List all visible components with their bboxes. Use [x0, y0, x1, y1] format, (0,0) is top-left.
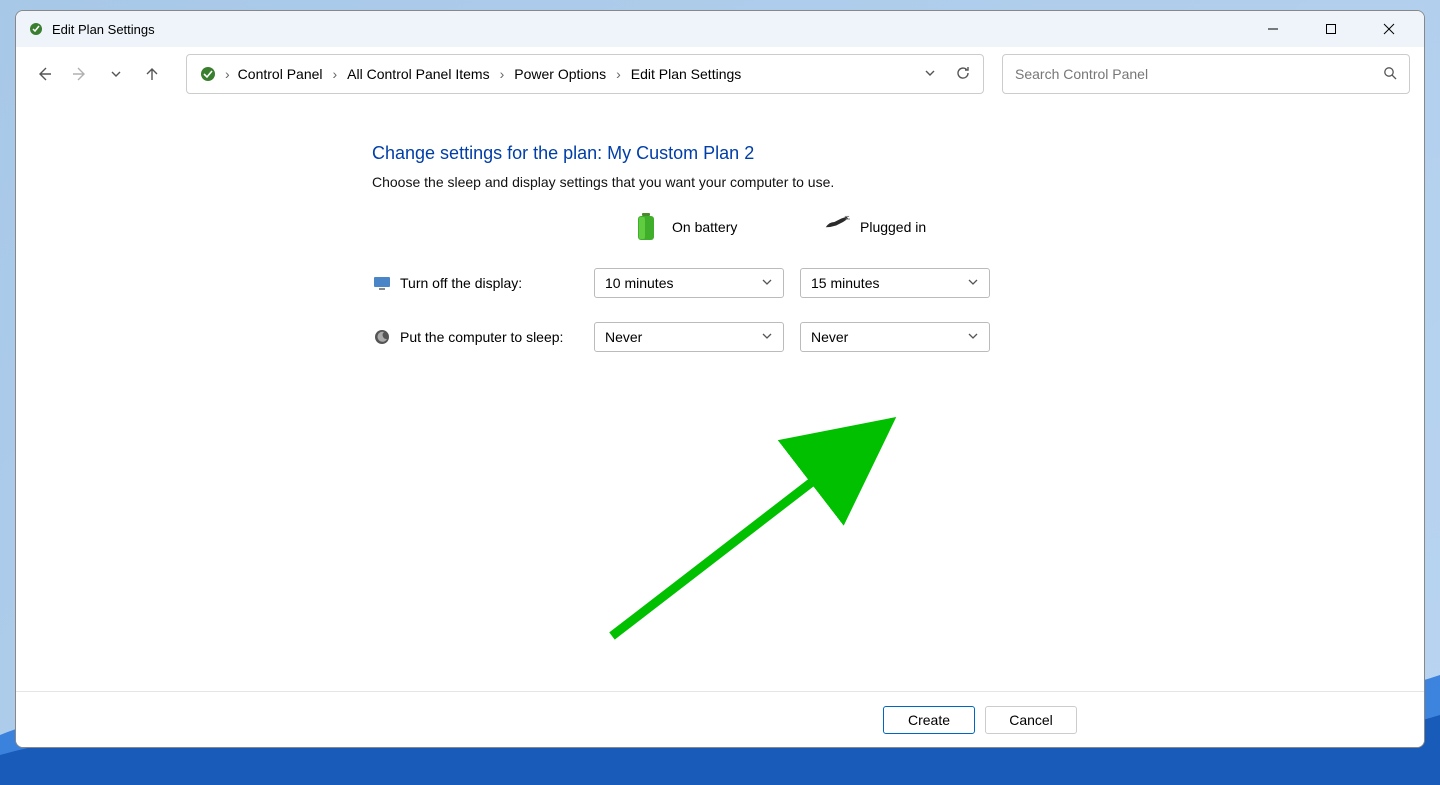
breadcrumb-item[interactable]: Control Panel — [232, 62, 329, 86]
app-icon — [28, 21, 44, 37]
chevron-down-icon — [761, 275, 773, 291]
maximize-button[interactable] — [1302, 11, 1360, 47]
chevron-right-icon: › — [331, 66, 340, 82]
column-plugged-in: Plugged in — [794, 212, 994, 242]
display-plugged-select[interactable]: 15 minutes — [800, 268, 990, 298]
footer: Create Cancel — [16, 691, 1424, 747]
content-area: Change settings for the plan: My Custom … — [16, 101, 1424, 691]
recent-locations-button[interactable] — [102, 60, 130, 88]
window: Edit Plan Settings — [15, 10, 1425, 748]
plug-icon — [824, 212, 850, 242]
chevron-right-icon: › — [223, 66, 232, 82]
sleep-icon — [372, 327, 392, 347]
refresh-button[interactable] — [955, 65, 971, 84]
display-battery-select[interactable]: 10 minutes — [594, 268, 784, 298]
forward-button[interactable] — [66, 60, 94, 88]
select-value: 15 minutes — [811, 275, 879, 291]
address-dropdown-button[interactable] — [923, 66, 937, 83]
window-controls — [1244, 11, 1418, 47]
page-heading: Change settings for the plan: My Custom … — [372, 143, 1102, 164]
display-icon — [372, 273, 392, 293]
sleep-battery-select[interactable]: Never — [594, 322, 784, 352]
close-button[interactable] — [1360, 11, 1418, 47]
column-label: Plugged in — [860, 219, 926, 235]
titlebar: Edit Plan Settings — [16, 11, 1424, 47]
column-headers: On battery Plugged in — [372, 212, 1102, 242]
location-icon — [197, 63, 219, 85]
row-label: Put the computer to sleep: — [400, 329, 594, 345]
chevron-right-icon: › — [614, 66, 623, 82]
search-icon[interactable] — [1383, 66, 1397, 83]
page-subtext: Choose the sleep and display settings th… — [372, 174, 1102, 190]
select-value: 10 minutes — [605, 275, 673, 291]
chevron-right-icon: › — [498, 66, 507, 82]
create-button[interactable]: Create — [883, 706, 975, 734]
cancel-button[interactable]: Cancel — [985, 706, 1077, 734]
select-value: Never — [605, 329, 642, 345]
window-title: Edit Plan Settings — [52, 22, 1244, 37]
chevron-down-icon — [761, 329, 773, 345]
chevron-down-icon — [967, 275, 979, 291]
sleep-plugged-select[interactable]: Never — [800, 322, 990, 352]
row-sleep: Put the computer to sleep: Never Never — [372, 322, 1102, 352]
button-label: Create — [908, 712, 950, 728]
button-label: Cancel — [1009, 712, 1053, 728]
breadcrumb-item[interactable]: All Control Panel Items — [341, 62, 495, 86]
column-on-battery: On battery — [594, 212, 794, 242]
annotation-arrow — [602, 416, 912, 646]
row-turn-off-display: Turn off the display: 10 minutes 15 minu… — [372, 268, 1102, 298]
search-input[interactable] — [1015, 66, 1383, 82]
breadcrumb-item[interactable]: Edit Plan Settings — [625, 62, 748, 86]
address-bar[interactable]: › Control Panel › All Control Panel Item… — [186, 54, 984, 94]
breadcrumb: Control Panel › All Control Panel Items … — [232, 62, 923, 86]
breadcrumb-item[interactable]: Power Options — [508, 62, 612, 86]
up-button[interactable] — [138, 60, 166, 88]
search-box[interactable] — [1002, 54, 1410, 94]
navbar: › Control Panel › All Control Panel Item… — [16, 47, 1424, 101]
row-label: Turn off the display: — [400, 275, 594, 291]
select-value: Never — [811, 329, 848, 345]
column-label: On battery — [672, 219, 737, 235]
chevron-down-icon — [967, 329, 979, 345]
back-button[interactable] — [30, 60, 58, 88]
minimize-button[interactable] — [1244, 11, 1302, 47]
battery-icon — [636, 212, 662, 242]
